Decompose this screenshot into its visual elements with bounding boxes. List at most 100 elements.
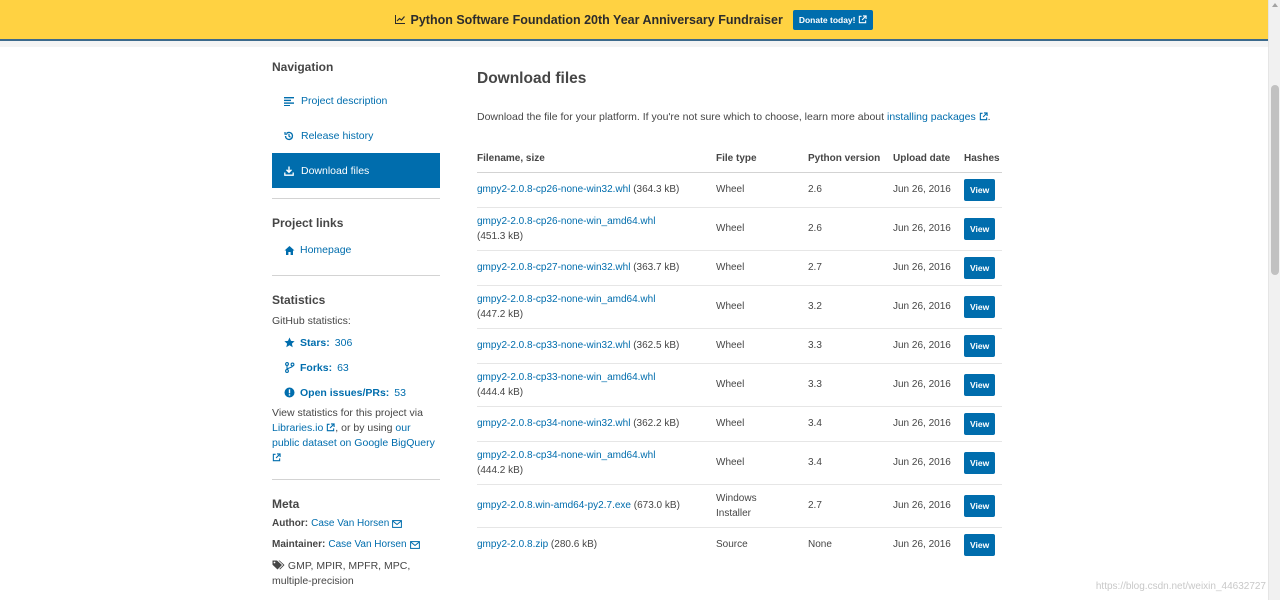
author-link[interactable]: Case Van Horsen	[311, 518, 389, 529]
open-issues-label: Open issues/PRs:	[300, 386, 390, 399]
file-type: Source	[716, 539, 748, 551]
file-link[interactable]: gmpy2-2.0.8-cp34-none-win32.whl	[477, 418, 630, 429]
file-size: (447.2 kB)	[477, 308, 524, 320]
file-link[interactable]: gmpy2-2.0.8-cp33-none-win32.whl	[477, 340, 630, 351]
nav-item-download-files[interactable]: Download files	[272, 153, 440, 188]
header-divider-strip	[0, 41, 1268, 47]
file-link[interactable]: gmpy2-2.0.8.win-amd64-py2.7.exe	[477, 500, 631, 511]
table-row: gmpy2-2.0.8-cp33-none-win32.whl (362.5 k…	[477, 328, 1002, 364]
forks-label: Forks:	[300, 361, 333, 374]
file-size: (362.2 kB)	[630, 418, 680, 429]
upload-date: Jun 26, 2016	[893, 250, 964, 286]
project-links-heading: Project links	[272, 216, 344, 230]
forks-link[interactable]: Forks: 63	[272, 355, 440, 380]
upload-date: Jun 26, 2016	[893, 207, 964, 251]
github-statistics-label: GitHub statistics:	[272, 315, 351, 327]
nav-item-label: Project description	[301, 94, 388, 107]
installing-packages-link[interactable]: installing packages	[887, 111, 976, 123]
navigation-heading: Navigation	[272, 60, 334, 74]
divider	[272, 275, 440, 276]
file-size: (363.7 kB)	[630, 262, 680, 273]
chart-line-icon	[394, 15, 405, 24]
stars-count: 306	[334, 336, 353, 349]
banner-title: Python Software Foundation 20th Year Ann…	[410, 12, 783, 27]
donate-button[interactable]: Donate today!	[792, 9, 874, 30]
file-link[interactable]: gmpy2-2.0.8-cp33-none-win_amd64.whl	[477, 372, 655, 383]
view-statistics-text: View statistics for this project via Lib…	[272, 406, 440, 466]
view-hashes-button[interactable]: View	[964, 256, 996, 279]
upload-date: Jun 26, 2016	[893, 406, 964, 442]
file-link[interactable]: gmpy2-2.0.8-cp34-none-win_amd64.whl	[477, 450, 655, 461]
view-hashes-button[interactable]: View	[964, 451, 996, 474]
nav-item-label: Download files	[301, 164, 370, 177]
code-branch-icon	[285, 362, 295, 373]
meta-heading: Meta	[272, 497, 300, 511]
table-row: gmpy2-2.0.8-cp26-none-win32.whl (364.3 k…	[477, 172, 1002, 208]
history-icon	[284, 131, 294, 140]
column-header-hashes: Hashes	[964, 145, 1002, 173]
upload-date: Jun 26, 2016	[893, 328, 964, 364]
upload-date: Jun 26, 2016	[893, 363, 964, 407]
file-link[interactable]: gmpy2-2.0.8-cp32-none-win_amd64.whl	[477, 294, 655, 305]
table-row: gmpy2-2.0.8-cp32-none-win_amd64.whl (447…	[477, 285, 1002, 329]
table-row: gmpy2-2.0.8-cp34-none-win_amd64.whl (444…	[477, 441, 1002, 485]
external-link-icon	[327, 423, 335, 432]
table-row: gmpy2-2.0.8-cp27-none-win32.whl (363.7 k…	[477, 250, 1002, 286]
star-icon	[284, 337, 295, 348]
file-type: Wheel	[716, 406, 808, 442]
python-version: 2.6	[808, 172, 893, 208]
file-link[interactable]: gmpy2-2.0.8-cp26-none-win32.whl	[477, 184, 630, 195]
exclamation-circle-icon	[284, 387, 295, 398]
libraries-io-link[interactable]: Libraries.io	[272, 422, 323, 434]
table-row: gmpy2-2.0.8-cp34-none-win32.whl (362.2 k…	[477, 406, 1002, 442]
view-hashes-button[interactable]: View	[964, 178, 996, 201]
vertical-scrollbar[interactable]	[1268, 0, 1280, 600]
view-hashes-button[interactable]: View	[964, 533, 996, 556]
file-link[interactable]: gmpy2-2.0.8-cp27-none-win32.whl	[477, 262, 630, 273]
maintainer-link[interactable]: Case Van Horsen	[328, 539, 406, 550]
file-size: (280.6 kB)	[548, 539, 598, 551]
upload-date: Jun 26, 2016	[893, 484, 964, 528]
files-table: Filename, size File type Python version …	[477, 145, 1002, 562]
open-issues-link[interactable]: Open issues/PRs: 53	[272, 380, 440, 405]
file-size: (673.0 kB)	[630, 500, 680, 511]
scrollbar-thumb[interactable]	[1271, 85, 1279, 275]
divider	[272, 198, 440, 199]
file-size: (362.5 kB)	[630, 340, 680, 351]
upload-date: Jun 26, 2016	[893, 285, 964, 329]
column-header-file-type: File type	[716, 145, 808, 173]
forks-count: 63	[337, 361, 349, 374]
python-version: 3.4	[808, 406, 893, 442]
watermark-text: https://blog.csdn.net/weixin_44632727	[1095, 581, 1266, 592]
scroll-up-arrow-icon[interactable]	[1272, 3, 1278, 7]
homepage-label: Homepage	[300, 244, 352, 256]
open-issues-count: 53	[394, 386, 406, 399]
view-stats-middle: , or by using	[335, 422, 393, 434]
view-hashes-button[interactable]: View	[964, 295, 996, 318]
view-hashes-button[interactable]: View	[964, 373, 996, 396]
envelope-icon	[392, 519, 403, 528]
donate-label: Donate today!	[798, 14, 856, 25]
python-version: 3.4	[808, 441, 893, 485]
nav-item-project-description[interactable]: Project description	[272, 83, 440, 118]
file-type: Wheel	[716, 172, 808, 208]
view-hashes-button[interactable]: View	[964, 412, 996, 435]
upload-date: Jun 26, 2016	[893, 172, 964, 208]
file-type: Wheel	[716, 363, 808, 407]
file-type: Wheel	[716, 441, 808, 485]
author-label: Author:	[272, 518, 309, 529]
file-type: Wheel	[716, 207, 808, 251]
python-version: 3.3	[808, 363, 893, 407]
homepage-link[interactable]: Homepage	[272, 238, 440, 262]
nav-item-label: Release history	[301, 129, 374, 142]
view-hashes-button[interactable]: View	[964, 494, 996, 517]
envelope-icon	[409, 540, 420, 549]
view-hashes-button[interactable]: View	[964, 334, 996, 357]
nav-item-release-history[interactable]: Release history	[272, 118, 440, 153]
stars-link[interactable]: Stars: 306	[272, 330, 440, 355]
file-link[interactable]: gmpy2-2.0.8-cp26-none-win_amd64.whl	[477, 216, 655, 227]
file-link[interactable]: gmpy2-2.0.8.zip	[477, 539, 548, 550]
view-hashes-button[interactable]: View	[964, 217, 996, 240]
external-link-icon	[859, 15, 868, 24]
divider	[272, 479, 440, 480]
